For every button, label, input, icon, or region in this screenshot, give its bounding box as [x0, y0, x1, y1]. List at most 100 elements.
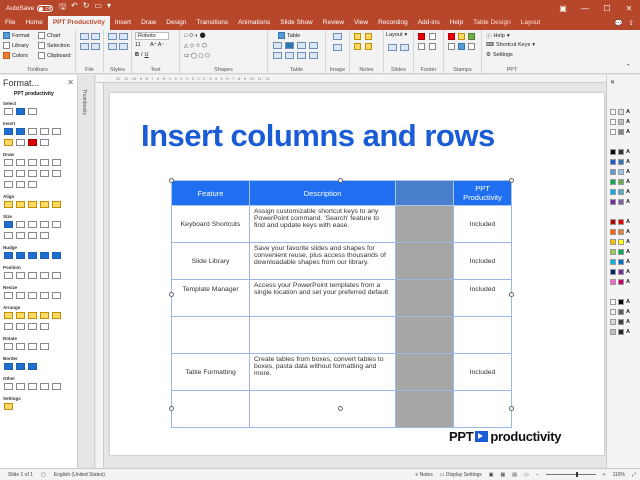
normal-view-icon[interactable]: ▣ — [489, 472, 494, 478]
tool-icon[interactable] — [28, 323, 37, 330]
tool-icon[interactable] — [28, 139, 37, 146]
chart-button[interactable]: Chart — [38, 32, 60, 39]
color-swatch[interactable] — [610, 179, 616, 185]
tool-icon[interactable] — [40, 170, 49, 177]
color-swatch[interactable] — [618, 269, 624, 275]
table-cell[interactable] — [249, 316, 396, 354]
comments-icon[interactable]: 💬 — [614, 19, 622, 27]
color-swatch[interactable] — [618, 169, 624, 175]
footer-icon[interactable] — [429, 33, 436, 40]
tool-icon[interactable] — [28, 221, 37, 228]
slide-icon[interactable] — [400, 44, 409, 51]
color-swatch[interactable] — [618, 279, 624, 285]
tab-recording[interactable]: Recording — [373, 16, 413, 30]
table-op-icon[interactable] — [297, 42, 306, 49]
color-swatch[interactable] — [610, 159, 616, 165]
tool-icon[interactable] — [40, 252, 49, 259]
tool-icon[interactable] — [4, 232, 13, 239]
table-op-icon[interactable] — [297, 52, 306, 59]
color-swatch[interactable] — [610, 189, 616, 195]
stamp-icon[interactable] — [468, 43, 475, 50]
tool-icon[interactable] — [52, 312, 61, 319]
tool-icon[interactable] — [4, 312, 13, 319]
font-color-icon[interactable]: A — [626, 109, 630, 115]
tool-icon[interactable] — [4, 181, 13, 188]
table-cell[interactable] — [395, 390, 454, 428]
tool-icon[interactable] — [4, 272, 13, 279]
table-cell[interactable]: Table Formatting — [171, 353, 250, 391]
thumbnails-pane[interactable]: Thumbnails — [79, 75, 95, 468]
font-color-icon[interactable]: A — [626, 189, 630, 195]
color-swatch[interactable] — [618, 219, 624, 225]
table-cell[interactable]: Create tables from boxes, convert tables… — [249, 353, 396, 391]
reading-view-icon[interactable]: ▤ — [512, 472, 517, 478]
color-swatch[interactable] — [610, 279, 616, 285]
shape-icons[interactable]: △ ◇ ☆ ⬡ — [184, 43, 207, 49]
tool-icon[interactable] — [40, 232, 49, 239]
customize-icon[interactable]: ▾ — [107, 1, 111, 15]
tool-icon[interactable] — [16, 139, 25, 146]
font-color-icon[interactable]: A — [626, 159, 630, 165]
tool-icon[interactable] — [4, 343, 13, 350]
tool-icon[interactable] — [28, 181, 37, 188]
tool-icon[interactable] — [52, 221, 61, 228]
tool-icon[interactable] — [4, 363, 13, 370]
tool-icon[interactable] — [16, 363, 25, 370]
format-button[interactable]: Format — [3, 32, 29, 39]
tool-icon[interactable] — [28, 232, 37, 239]
shape-icons[interactable]: □ ⬭ ◐ ⬤ — [184, 33, 205, 40]
resize-handle[interactable] — [338, 178, 343, 183]
tab-transitions[interactable]: Transitions — [192, 16, 234, 30]
tab-review[interactable]: Review — [318, 16, 349, 30]
close-icon[interactable]: ✕ — [618, 4, 640, 13]
color-swatch[interactable] — [618, 249, 624, 255]
table-cell[interactable]: Assign customizable shortcut keys to any… — [249, 205, 396, 243]
font-color-icon[interactable]: A — [626, 299, 630, 305]
tool-icon[interactable] — [28, 128, 37, 135]
font-color-icon[interactable]: A — [626, 219, 630, 225]
color-swatch[interactable] — [618, 119, 624, 125]
color-swatch[interactable] — [610, 309, 616, 315]
color-swatch[interactable] — [610, 259, 616, 265]
tab-design[interactable]: Design — [161, 16, 191, 30]
zoom-slider[interactable] — [545, 472, 596, 477]
tool-icon[interactable] — [52, 252, 61, 259]
tool-icon[interactable] — [28, 201, 37, 208]
resize-handle[interactable] — [509, 178, 514, 183]
settings-button[interactable]: ⚙ Settings — [486, 52, 513, 58]
library-button[interactable]: Library — [3, 42, 29, 49]
tool-icon[interactable] — [28, 363, 37, 370]
resize-handle[interactable] — [169, 292, 174, 297]
color-swatch[interactable] — [618, 109, 624, 115]
table-op-icon[interactable] — [285, 52, 294, 59]
color-swatch[interactable] — [610, 119, 616, 125]
maximize-icon[interactable]: ☐ — [596, 4, 618, 13]
font-color-icon[interactable]: A — [626, 169, 630, 175]
font-grow-icon[interactable]: A⁺ A⁻ — [150, 42, 164, 48]
color-swatch[interactable] — [618, 189, 624, 195]
color-swatch[interactable] — [610, 299, 616, 305]
tool-icon[interactable] — [4, 128, 13, 135]
slideshow-icon[interactable]: ▭ — [524, 472, 529, 478]
table-op-icon[interactable] — [273, 52, 282, 59]
fit-slide-icon[interactable]: ⤢ — [632, 472, 636, 478]
tool-icon[interactable] — [16, 323, 25, 330]
table-cell[interactable] — [395, 316, 454, 354]
table-cell[interactable] — [171, 390, 250, 428]
font-color-icon[interactable]: A — [626, 179, 630, 185]
table-cell[interactable] — [395, 242, 454, 280]
tool-icon[interactable] — [16, 201, 25, 208]
shape-icons[interactable]: ▭ ◯ ▢ ⬠ — [184, 53, 210, 59]
tool-icon[interactable] — [28, 272, 37, 279]
slide-icon[interactable] — [388, 44, 397, 51]
note-icon[interactable] — [365, 43, 372, 50]
close-icon[interactable]: ✕ — [67, 78, 74, 87]
color-swatch[interactable] — [610, 129, 616, 135]
note-icon[interactable] — [354, 43, 361, 50]
zoom-out-icon[interactable]: − — [536, 472, 539, 478]
color-swatch[interactable] — [618, 259, 624, 265]
present-icon[interactable]: ▭ — [94, 1, 102, 15]
undo-icon[interactable]: ↶ — [71, 1, 78, 15]
font-color-icon[interactable]: A — [626, 239, 630, 245]
resize-handle[interactable] — [169, 406, 174, 411]
